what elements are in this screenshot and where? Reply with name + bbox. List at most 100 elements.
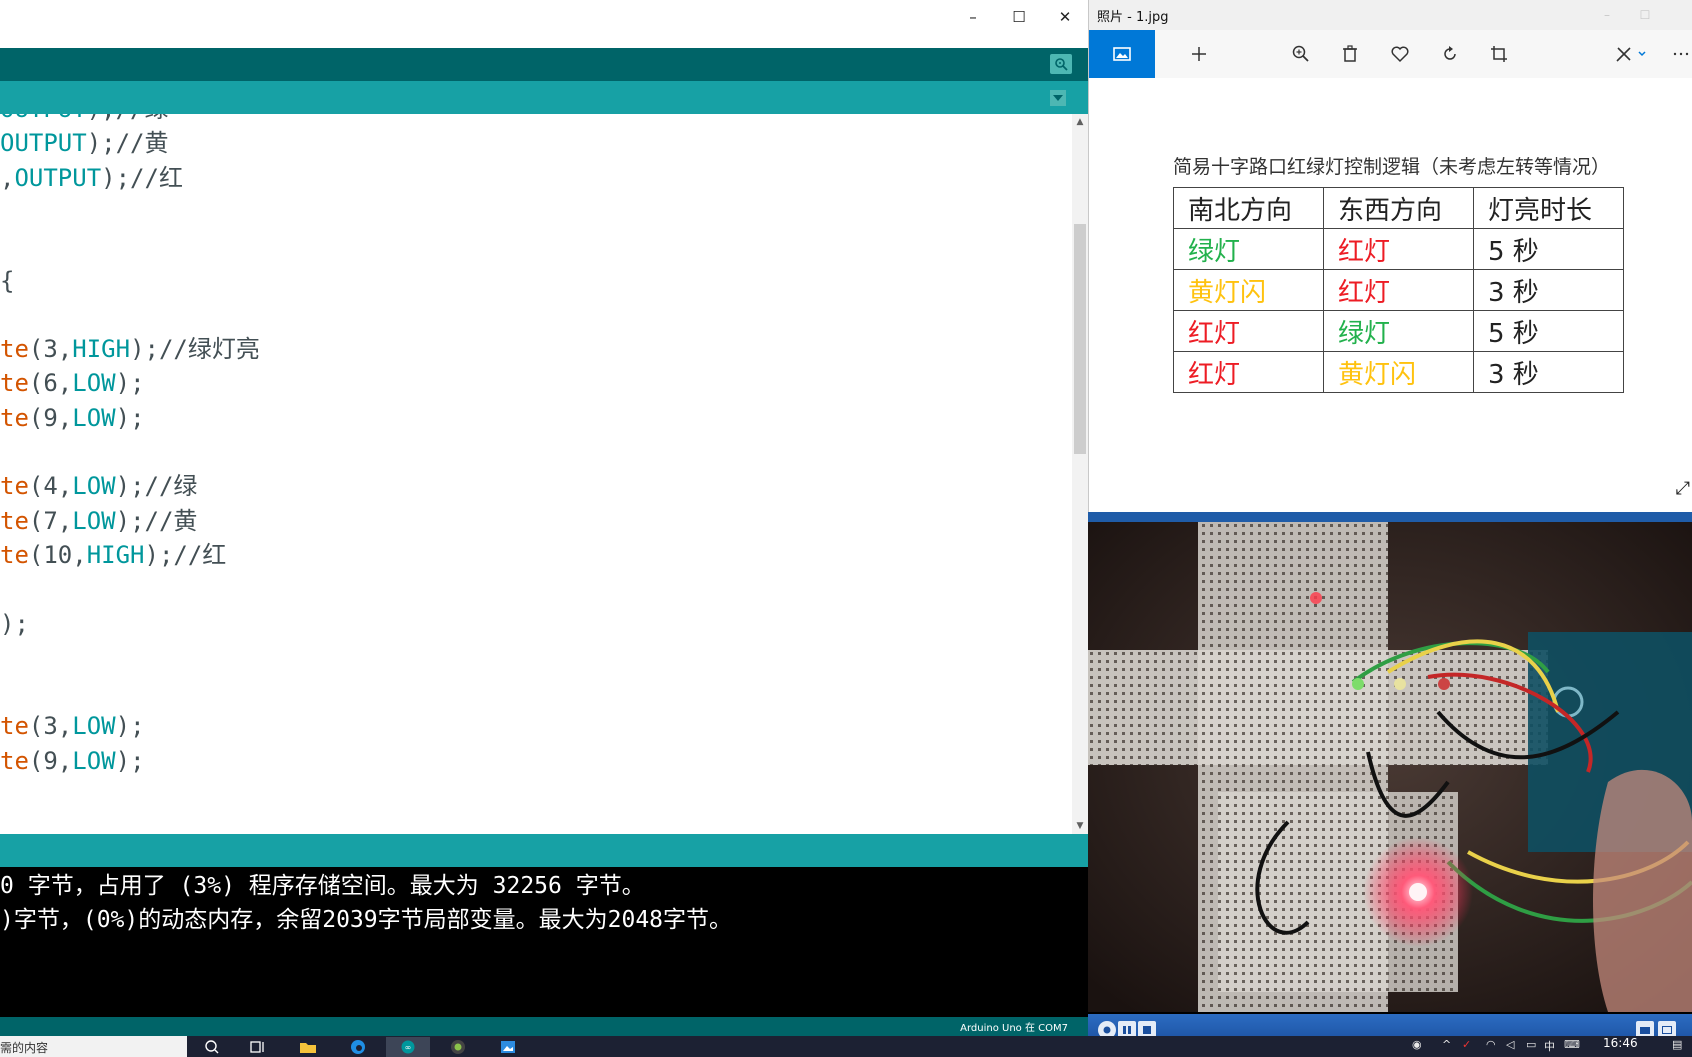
code-token: );//黄: [115, 506, 198, 535]
record-button[interactable]: [1098, 1021, 1116, 1036]
code-token: );//绿灯亮: [130, 335, 260, 364]
zoom-icon: [1292, 45, 1309, 62]
breadboard-video-frame: [1088, 522, 1692, 1012]
photos-taskbar-button[interactable]: [486, 1037, 530, 1057]
code-token: (6,: [28, 369, 73, 398]
serial-monitor-button[interactable]: [1050, 54, 1072, 74]
code-token: (9,: [28, 746, 73, 775]
rotate-icon: [1444, 46, 1456, 60]
notifications-icon[interactable]: ▤: [1672, 1038, 1682, 1051]
edit-button[interactable]: [1612, 42, 1636, 66]
pause-button[interactable]: [1118, 1021, 1136, 1036]
taskbar-search-box[interactable]: 需的内容: [0, 1036, 187, 1057]
edit-icon: [1616, 47, 1631, 62]
photos-title-bar: 照片 - 1.jpg – ☐: [1089, 0, 1692, 30]
tab-menu-button[interactable]: [1050, 90, 1066, 106]
edit-chevron-icon[interactable]: [1635, 42, 1649, 66]
scroll-down-icon[interactable]: ▼: [1072, 818, 1088, 834]
table-cell: 红灯: [1323, 269, 1474, 311]
favorite-button[interactable]: [1388, 42, 1412, 66]
maximize-button[interactable]: ☐: [996, 4, 1042, 30]
video-player-window: [1088, 512, 1692, 1036]
table-cell: 红灯: [1173, 351, 1324, 393]
editor-scrollbar[interactable]: ▲ ▼: [1072, 114, 1088, 834]
code-editor[interactable]: OUTPUT);//绿OUTPUT);//黄,OUTPUT);//红{te(3,…: [0, 114, 1072, 834]
table-row: 黄灯闪 红灯 3 秒: [1173, 269, 1624, 311]
ide-title-bar: – ☐ ✕: [0, 0, 1088, 49]
code-keyword-token: LOW: [72, 472, 116, 501]
add-button[interactable]: [1187, 42, 1211, 66]
edge-browser-button[interactable]: [336, 1037, 380, 1057]
input-method-indicator[interactable]: 中: [1544, 1038, 1555, 1054]
arduino-ide-taskbar-button[interactable]: ∞: [386, 1037, 430, 1057]
code-token: (7,: [28, 506, 73, 535]
code-token: {: [0, 266, 15, 295]
photos-window-title: 照片 - 1.jpg: [1097, 10, 1169, 25]
record-icon: [1103, 1026, 1111, 1034]
breadboard-scene-image: [1088, 522, 1692, 1012]
taskbar-search-button[interactable]: [190, 1037, 234, 1057]
table-header: 南北方向: [1173, 187, 1324, 229]
task-view-icon: [250, 1041, 264, 1053]
table-row: 红灯 黄灯闪 3 秒: [1173, 351, 1624, 393]
more-icon: [1673, 52, 1689, 56]
photos-maximize-icon[interactable]: ☐: [1635, 5, 1655, 25]
board-status-label: Arduino Uno 在 COM7: [960, 1023, 1068, 1034]
fullscreen-button[interactable]: [1658, 1021, 1676, 1036]
scroll-up-icon[interactable]: ▲: [1072, 114, 1088, 130]
minimize-button[interactable]: –: [950, 4, 996, 30]
code-keyword-token: LOW: [72, 403, 116, 432]
battery-icon[interactable]: ▭: [1526, 1038, 1536, 1051]
crop-button[interactable]: [1487, 42, 1511, 66]
code-keyword-token: LOW: [72, 369, 116, 398]
task-view-button[interactable]: [236, 1037, 280, 1057]
table-cell: 3 秒: [1473, 351, 1624, 393]
code-line: te(9,LOW);: [0, 401, 145, 435]
table-cell: 黄灯闪: [1323, 351, 1474, 393]
taskbar-clock[interactable]: 16:46: [1603, 1036, 1638, 1050]
code-function-token: te: [0, 403, 29, 432]
heart-icon: [1391, 46, 1409, 63]
code-token: );: [0, 609, 29, 638]
traffic-logic-table: 南北方向 东西方向 灯亮时长 绿灯 红灯 5 秒 黄灯闪 红灯 3 秒 红灯 绿…: [1173, 187, 1624, 393]
chevron-up-icon[interactable]: ^: [1442, 1038, 1451, 1051]
edge-icon: [351, 1040, 365, 1054]
code-function-token: te: [0, 712, 29, 741]
photos-toolbar: [1089, 30, 1692, 78]
code-token: );//绿: [87, 114, 169, 123]
video-controls-bar: [1088, 1014, 1692, 1036]
app-taskbar-button[interactable]: [436, 1037, 480, 1057]
expand-icon[interactable]: ⤢: [1676, 478, 1690, 499]
code-token: (3,: [28, 335, 73, 364]
chevron-down-icon: [1053, 95, 1063, 101]
volume-icon[interactable]: ◁: [1506, 1038, 1514, 1051]
collection-button[interactable]: [1089, 30, 1155, 78]
code-keyword-token: LOW: [72, 506, 116, 535]
code-line: te(4,LOW);//绿: [0, 469, 197, 503]
code-function-token: te: [0, 540, 29, 569]
wifi-icon[interactable]: ◠: [1486, 1038, 1496, 1051]
code-line: te(6,LOW);: [0, 366, 145, 400]
more-button[interactable]: [1669, 42, 1692, 66]
code-line: {: [0, 264, 14, 298]
photos-minimize-icon[interactable]: –: [1597, 5, 1617, 25]
code-line: te(7,LOW);//黄: [0, 504, 197, 538]
network-icon[interactable]: ◉: [1412, 1038, 1422, 1051]
scrollbar-thumb[interactable]: [1074, 224, 1086, 454]
close-button[interactable]: ✕: [1042, 4, 1088, 30]
camera-icon: [1640, 1027, 1650, 1034]
file-explorer-button[interactable]: [286, 1037, 330, 1057]
screenshot-button[interactable]: [1636, 1021, 1654, 1036]
code-line: te(9,LOW);: [0, 744, 145, 778]
stop-button[interactable]: [1138, 1021, 1156, 1036]
zoom-button[interactable]: [1289, 42, 1313, 66]
code-line: te(3,LOW);: [0, 709, 145, 743]
rotate-button[interactable]: [1438, 42, 1462, 66]
table-cell: 红灯: [1323, 228, 1474, 270]
code-token: );//绿: [115, 472, 198, 501]
security-icon[interactable]: ✓: [1462, 1038, 1471, 1051]
table-cell: 黄灯闪: [1173, 269, 1324, 311]
delete-button[interactable]: [1338, 42, 1362, 66]
keyboard-icon[interactable]: ⌨: [1564, 1038, 1580, 1051]
maximize-icon: ☐: [1012, 8, 1026, 26]
